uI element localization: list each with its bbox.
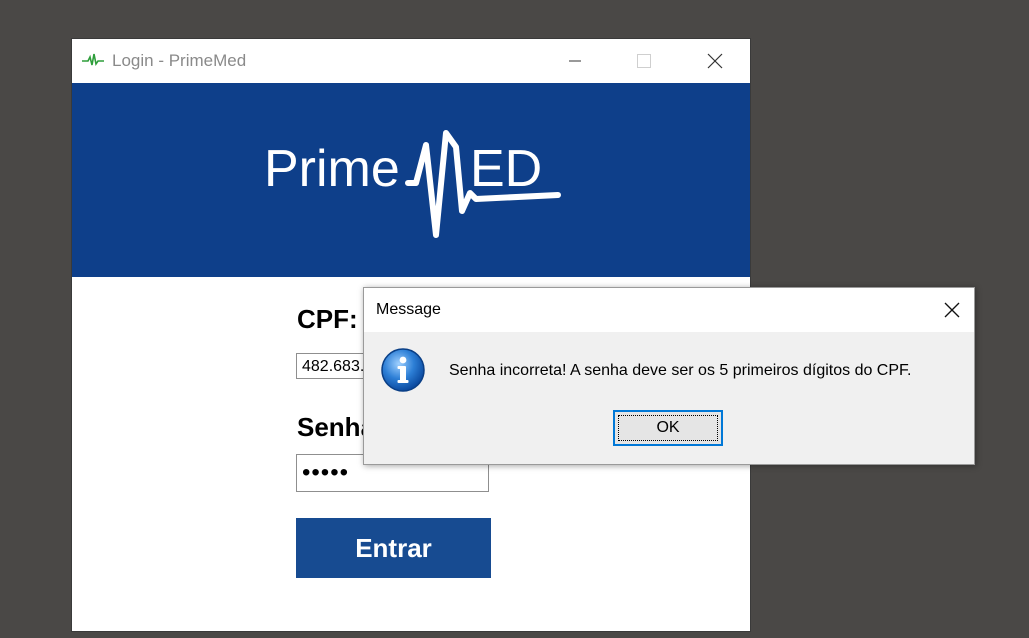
message-title: Message — [376, 301, 441, 318]
logo-banner: Prime ED — [72, 83, 750, 277]
svg-text:Prime: Prime — [264, 140, 400, 198]
pulse-icon — [82, 52, 104, 68]
close-button[interactable] — [692, 39, 738, 83]
message-close-button[interactable] — [930, 288, 974, 332]
minimize-icon — [569, 60, 581, 62]
login-titlebar[interactable]: Login - PrimeMed — [72, 39, 750, 83]
primemed-logo: Prime ED — [264, 130, 561, 238]
message-titlebar[interactable]: Message — [364, 288, 974, 332]
info-icon — [381, 348, 425, 392]
ok-button[interactable]: OK — [613, 410, 723, 446]
maximize-icon — [637, 54, 651, 68]
message-text: Senha incorreta! A senha deve ser os 5 p… — [449, 362, 912, 379]
ok-button-label: OK — [618, 415, 718, 441]
message-dialog: Message Senha incorreta! A senha deve se… — [363, 287, 975, 465]
maximize-button[interactable] — [621, 39, 667, 83]
desktop: Login - PrimeMed Prime ED CPF: 482.683. … — [0, 0, 1029, 638]
window-title: Login - PrimeMed — [112, 51, 247, 70]
entrar-button[interactable]: Entrar — [296, 518, 491, 578]
close-icon — [707, 53, 723, 69]
svg-text:ED: ED — [470, 140, 542, 198]
minimize-button[interactable] — [552, 39, 598, 83]
cpf-label: CPF: — [297, 304, 358, 334]
close-icon — [944, 302, 960, 318]
